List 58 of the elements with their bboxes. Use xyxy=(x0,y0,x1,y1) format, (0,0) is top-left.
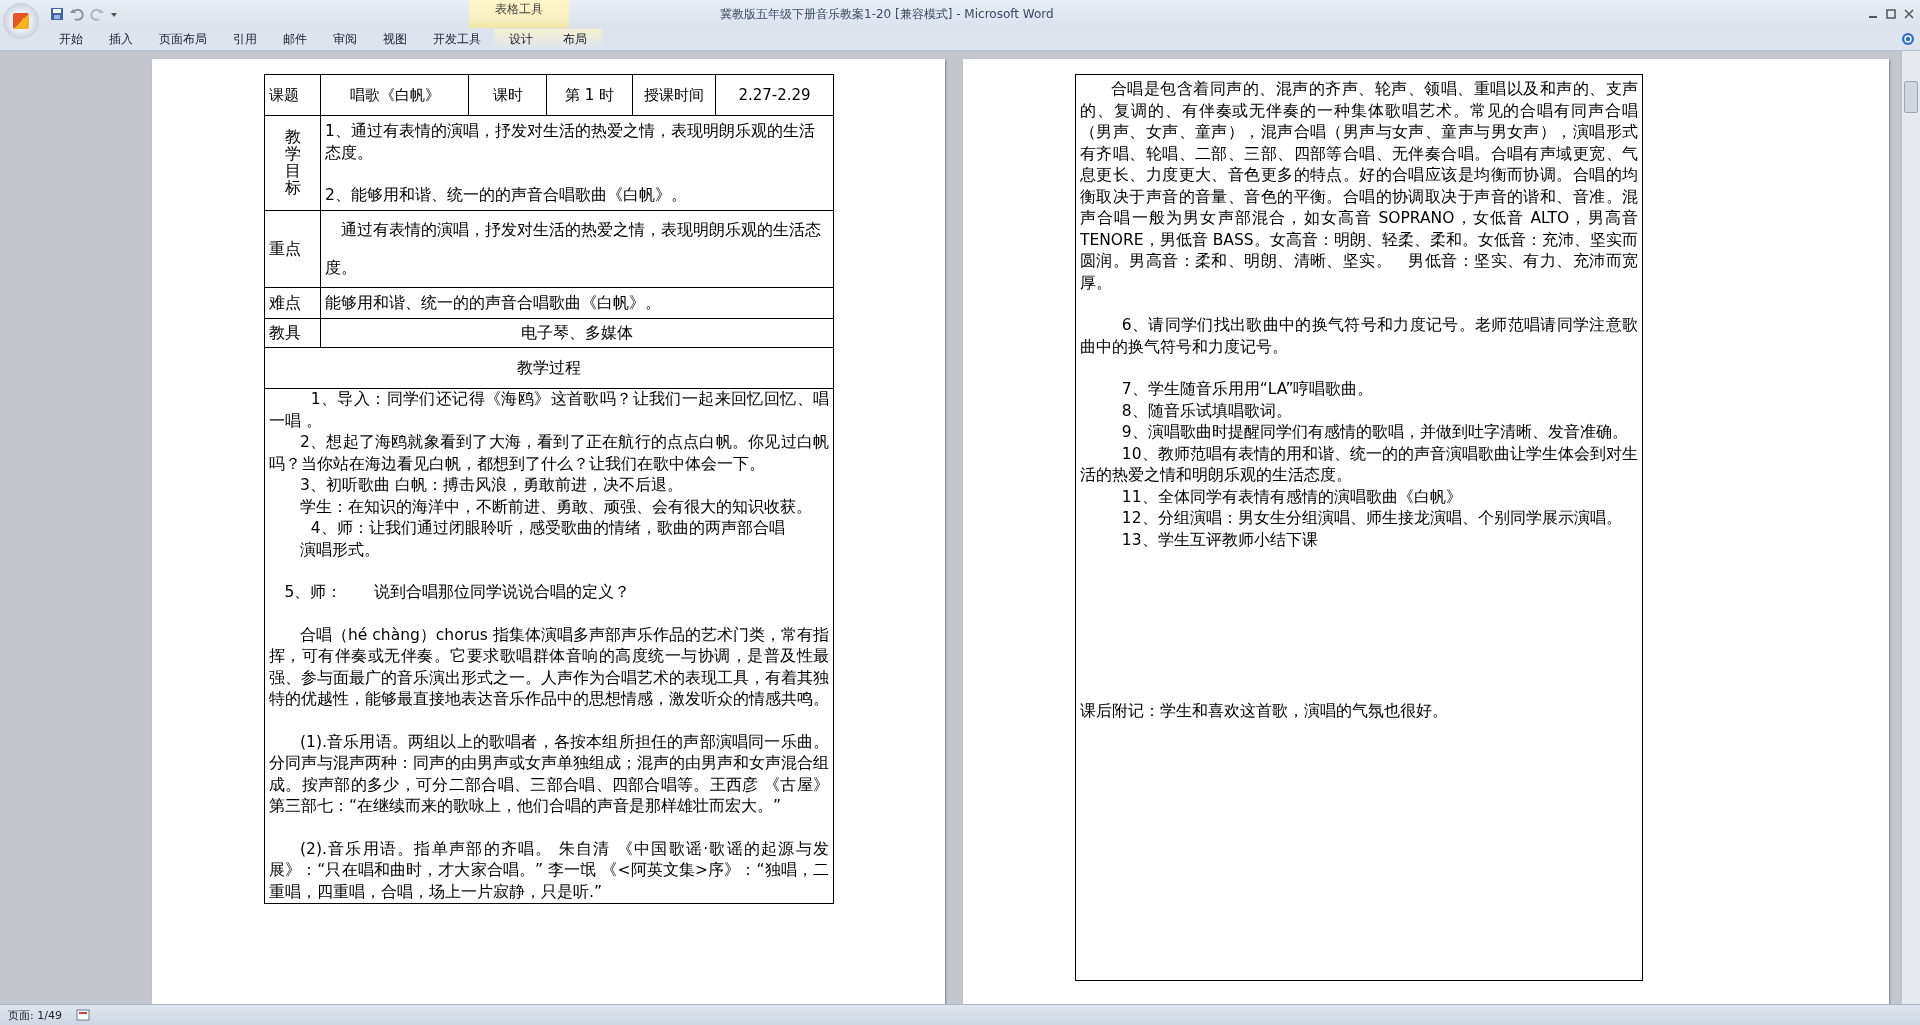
cell-text: 2、能够用和谐、统一的的声音合唱歌曲《白帆》。 xyxy=(325,185,688,206)
ribbon-tab[interactable]: 审阅 xyxy=(320,29,370,49)
paragraph: (1).音乐用语。两组以上的歌唱者，各按本组所担任的声部演唱同一乐曲。分同声与混声两种：同声的由男声或女声单独组成；混声的由男声和女声混合组成。按声部的多少，可分二部合唱、三部合唱、四部合唱等。王西彦 《古屋》第三部七：“在继续而来的歌咏上，他们合唱的声音是那样雄壮而宏大。” xyxy=(269,731,829,817)
ribbon-tab[interactable]: 开始 xyxy=(46,29,96,49)
table-cell: 课题 xyxy=(264,74,321,116)
ribbon-tab[interactable]: 设计 xyxy=(494,29,548,49)
cell-text: 1、通过有表情的演唱，抒发对生活的热爱之情，表现明朗乐观的生活态度。 xyxy=(325,121,816,164)
table-cell: 难点 xyxy=(264,287,321,319)
paragraph: 11、全体同学有表情有感情的演唱歌曲《白帆》 xyxy=(1120,486,1463,508)
table-cell: 授课时间 xyxy=(632,74,716,116)
paragraph: 1、导入：同学们还记得《海鸥》这首歌吗？让我们一起来回忆回忆、唱一唱 。 xyxy=(269,389,829,432)
paragraph: 12、分组演唱：男女生分组演唱、师生接龙演唱、个别同学展示演唱。 xyxy=(1120,508,1623,529)
office-button[interactable] xyxy=(3,3,39,39)
cell-text: 电子琴、多媒体 xyxy=(520,323,634,344)
paragraph: (2).音乐用语。指单声部的齐唱。 朱自清 《中国歌谣·歌谣的起源与发展》：“只在唱和曲时，才大家合唱。” 李一氓 《<阿英文集>序》：“独唱，二重唱，四重唱，合唱，场上一片寂静，只是听.” xyxy=(269,838,829,903)
ribbon-tab[interactable]: 开发工具 xyxy=(420,29,494,49)
paragraph: 6、请同学们找出歌曲中的换气符号和力度记号。老师范唱请同学注意歌曲中的换气符号和力度记号。 xyxy=(1080,315,1638,358)
ribbon-tab[interactable]: 页面布局 xyxy=(146,29,220,49)
paragraph: 7、学生随音乐用用“LA”哼唱歌曲。 xyxy=(1120,379,1375,400)
table-cell: 教具 xyxy=(264,318,321,348)
paragraph: 合唱（hé chàng）chorus 指集体演唱多声部声乐作品的艺术门类，常有指挥，可有伴奏或无伴奏。它要求歌唱群体音响的高度统一与协调，是普及性最强、参与面最广的音乐演出形式之一。人声作为合唱艺术的表现工具，有着其独特的优越性，能够最直接地表达音乐作品中的思想情感，激发听众的情感共鸣。 xyxy=(269,624,829,710)
window-title: 冀教版五年级下册音乐教案1-20 [兼容模式] - Microsoft Word xyxy=(720,5,1055,23)
dropdown-icon[interactable] xyxy=(110,10,118,18)
paragraph: 10、教师范唱有表情的用和谐、统一的的声音演唱歌曲让学生体会到对生活的热爱之情和明朗乐观的生活态度。 xyxy=(1080,443,1638,486)
table-cell: 课时 xyxy=(468,74,547,116)
paragraph: 3、初听歌曲 白帆：搏击风浪，勇敢前进，决不后退。 xyxy=(299,475,684,496)
table-cell: 教学过程 xyxy=(264,347,834,389)
paragraph: 2、想起了海鸥就象看到了大海，看到了正在航行的点点白帆。你见过白帆吗？当你站在海边看见白帆，都想到了什么？让我们在歌中体会一下。 xyxy=(269,432,829,475)
paragraph: 学生：在知识的海洋中，不断前进、勇敢、顽强、会有很大的知识收获。 xyxy=(299,496,813,518)
ribbon-tab[interactable]: 视图 xyxy=(370,29,420,49)
ribbon-tab[interactable]: 引用 xyxy=(220,29,270,49)
table-cell: 第 1 时 xyxy=(546,74,633,116)
table-cell: 2.27-2.29 xyxy=(715,74,834,116)
help-icon[interactable] xyxy=(1902,33,1914,45)
undo-icon[interactable] xyxy=(70,7,84,21)
paragraph: 演唱形式。 xyxy=(299,539,381,561)
paragraph: 9、演唱歌曲时提醒同学们有感情的歌唱，并做到吐字清晰、发音准确。 xyxy=(1120,422,1629,443)
paragraph: 合唱是包含着同声的、混声的齐声、轮声、领唱、重唱以及和声的、支声的、复调的、有伴奏或无伴奏的一种集体歌唱艺术。常见的合唱有同声合唱（男声、女声、童声），混声合唱（男声与女声、童声与男女声），演唱形式有齐唱、轮唱、二部、三部、四部等合唱、无伴奏合唱。合唱有声域更宽、气息更长、力度更大、音色更多的特点。好的合唱应该是均衡而协调。合唱的均衡取决于声音的音量、音色的平衡。合唱的协调取决于声音的谐和、音准。混声合唱一般为男女声部混合，如女高音 SOPRANO，女低音 ALTO，男高音 TENORE，男低音 BASS。女高音：明朗、轻柔、柔和。女低音：充沛、坚实而圆润。男高音：柔和、明朗、清晰、坚实。 男低音：坚实、有力、充沛而宽厚。 xyxy=(1080,79,1638,294)
ribbon-tab[interactable]: 邮件 xyxy=(270,29,320,49)
save-icon[interactable] xyxy=(50,7,64,21)
ribbon-tab[interactable]: 插入 xyxy=(96,29,146,49)
paragraph: 8、随音乐试填唱歌词。 xyxy=(1120,400,1293,422)
paragraph: 4、师：让我们通过闭眼聆听，感受歌曲的情绪，歌曲的两声部合唱 xyxy=(309,518,786,539)
cell-text: 能够用和谐、统一的的声音合唱歌曲《白帆》。 xyxy=(325,293,662,314)
context-group-label: 表格工具 xyxy=(469,0,569,28)
paragraph: 5、师： 说到合唱那位同学说说合唱的定义？ xyxy=(283,582,632,603)
table-cell: 唱歌《白帆》 xyxy=(320,74,469,116)
cell-text: 通过有表情的演唱，抒发对生活的热爱之情，表现明朗乐观的生活态度。 xyxy=(325,220,822,279)
table-cell: 教学目标 xyxy=(264,115,321,211)
paragraph: 课后附记：学生和喜欢这首歌，演唱的气氛也很好。 xyxy=(1080,701,1449,722)
ribbon-tab[interactable]: 布局 xyxy=(548,29,602,49)
maximize-icon[interactable] xyxy=(1886,9,1896,19)
scrollbar[interactable] xyxy=(1901,51,1920,1004)
close-icon[interactable] xyxy=(1904,9,1914,19)
document-icon[interactable] xyxy=(75,1009,90,1021)
page-count: 页面: 1/49 xyxy=(8,1007,62,1023)
paragraph: 13、学生互评教师小结下课 xyxy=(1120,529,1319,551)
table-cell: 重点 xyxy=(264,210,321,288)
